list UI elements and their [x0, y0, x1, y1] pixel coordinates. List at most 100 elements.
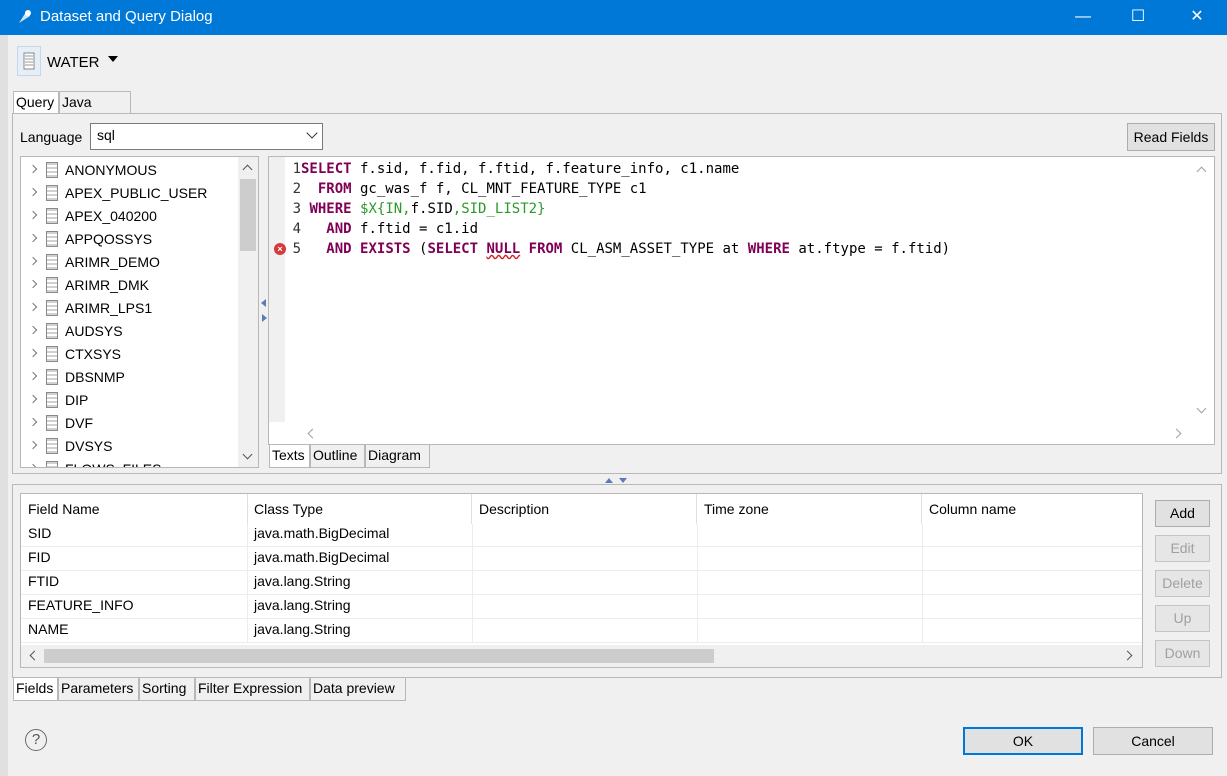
read-fields-button[interactable]: Read Fields: [1127, 123, 1215, 151]
tree-vertical-scrollbar[interactable]: [238, 157, 258, 467]
help-icon[interactable]: ?: [25, 729, 47, 751]
table-cell[interactable]: NAME: [21, 618, 68, 642]
tab-parameters[interactable]: Parameters: [58, 678, 139, 701]
header-field-name[interactable]: Field Name: [21, 494, 248, 524]
expand-arrow-icon[interactable]: [28, 302, 38, 312]
delete-button[interactable]: Delete: [1155, 570, 1210, 597]
expand-arrow-icon[interactable]: [28, 417, 38, 427]
up-button[interactable]: Up: [1155, 605, 1210, 632]
language-select[interactable]: sql: [90, 123, 323, 150]
expand-arrow-icon[interactable]: [28, 187, 38, 197]
editor-vertical-scrollbar[interactable]: [1191, 157, 1213, 422]
editor-horizontal-scrollbar[interactable]: [285, 422, 1191, 444]
minimize-button[interactable]: —: [1056, 0, 1110, 35]
table-cell[interactable]: java.lang.String: [247, 618, 351, 642]
datasource-name[interactable]: WATER: [47, 54, 100, 71]
tree-item[interactable]: ARIMR_DEMO: [21, 251, 239, 274]
header-class-type[interactable]: Class Type: [247, 494, 472, 524]
table-cell[interactable]: SID: [21, 522, 51, 546]
close-button[interactable]: ✕: [1170, 0, 1224, 35]
scroll-up-icon[interactable]: [1196, 166, 1207, 177]
expand-arrow-icon[interactable]: [28, 233, 38, 243]
tree-item-label: ANONYMOUS: [65, 162, 157, 178]
expand-arrow-icon[interactable]: [28, 256, 38, 266]
tab-diagram[interactable]: Diagram: [365, 445, 430, 468]
table-cell[interactable]: FEATURE_INFO: [21, 594, 134, 618]
collapse-left-icon[interactable]: [261, 299, 266, 307]
collapse-up-icon[interactable]: [605, 478, 613, 483]
expand-arrow-icon[interactable]: [28, 394, 38, 404]
header-description[interactable]: Description: [472, 494, 697, 524]
expand-arrow-icon[interactable]: [28, 325, 38, 335]
tab-query[interactable]: Query: [13, 91, 59, 113]
expand-arrow-icon[interactable]: [28, 164, 38, 174]
table-cell[interactable]: FID: [21, 546, 51, 570]
sql-editor[interactable]: × 1SELECT f.sid, f.fid, f.ftid, f.featur…: [268, 156, 1215, 445]
ok-button[interactable]: OK: [963, 727, 1083, 755]
tree-item[interactable]: DVF: [21, 412, 239, 435]
scroll-right-icon[interactable]: [1171, 428, 1182, 439]
tab-data-preview[interactable]: Data preview: [310, 678, 406, 701]
schema-icon: [46, 162, 58, 178]
edit-button[interactable]: Edit: [1155, 535, 1210, 562]
code-line-2: 2 FROM gc_was_f f, CL_MNT_FEATURE_TYPE c…: [292, 181, 647, 197]
expand-arrow-icon[interactable]: [28, 348, 38, 358]
cancel-button[interactable]: Cancel: [1093, 727, 1213, 755]
scroll-thumb[interactable]: [240, 179, 256, 251]
tree-item[interactable]: FLOWS_FILES: [21, 458, 239, 467]
tree-item[interactable]: DVSYS: [21, 435, 239, 458]
error-icon: ×: [274, 243, 286, 255]
maximize-button[interactable]: ☐: [1111, 0, 1165, 35]
scroll-left-icon[interactable]: [307, 428, 318, 439]
down-button[interactable]: Down: [1155, 640, 1210, 667]
tree-item[interactable]: APEX_040200: [21, 205, 239, 228]
tab-outline[interactable]: Outline: [310, 445, 365, 468]
tab-java-bean[interactable]: Java Bean: [59, 91, 131, 130]
tree-item[interactable]: DIP: [21, 389, 239, 412]
scroll-up-icon[interactable]: [242, 164, 253, 175]
expand-arrow-icon[interactable]: [28, 279, 38, 289]
tab-sorting[interactable]: Sorting: [139, 678, 195, 701]
scroll-left-icon[interactable]: [29, 650, 40, 661]
table-cell[interactable]: FTID: [21, 570, 59, 594]
add-button[interactable]: Add: [1155, 500, 1210, 527]
app-icon: [19, 10, 31, 23]
tree-item[interactable]: APEX_PUBLIC_USER: [21, 182, 239, 205]
expand-arrow-icon[interactable]: [28, 440, 38, 450]
tree-item-label: ARIMR_DMK: [65, 277, 150, 293]
table-cell[interactable]: java.lang.String: [247, 570, 351, 594]
tree-item[interactable]: AUDSYS: [21, 320, 239, 343]
scroll-down-icon[interactable]: [242, 449, 253, 460]
schema-icon: [46, 438, 58, 454]
database-icon[interactable]: [17, 46, 41, 76]
tab-fields[interactable]: Fields: [13, 678, 58, 701]
collapse-right-icon[interactable]: [262, 314, 267, 322]
tab-texts[interactable]: Texts: [269, 445, 310, 468]
scroll-right-icon[interactable]: [1122, 650, 1133, 661]
collapse-down-icon[interactable]: [619, 478, 627, 483]
table-cell[interactable]: java.math.BigDecimal: [247, 546, 389, 570]
header-time-zone[interactable]: Time zone: [697, 494, 922, 524]
expand-arrow-icon[interactable]: [28, 463, 38, 467]
fields-horizontal-scrollbar[interactable]: [21, 645, 1142, 667]
column-divider: [472, 524, 473, 642]
fields-table[interactable]: Field Name Class Type Description Time z…: [20, 493, 1143, 668]
scroll-down-icon[interactable]: [1196, 403, 1207, 414]
table-cell[interactable]: java.math.BigDecimal: [247, 522, 389, 546]
tree-item[interactable]: CTXSYS: [21, 343, 239, 366]
table-cell[interactable]: java.lang.String: [247, 594, 351, 618]
tree-item[interactable]: ARIMR_DMK: [21, 274, 239, 297]
tab-filter-expression[interactable]: Filter Expression: [195, 678, 310, 701]
tree-item[interactable]: ARIMR_LPS1: [21, 297, 239, 320]
header-column-name[interactable]: Column name: [922, 494, 1142, 524]
scroll-thumb[interactable]: [44, 649, 714, 663]
expand-arrow-icon[interactable]: [28, 210, 38, 220]
datasource-dropdown-icon[interactable]: [108, 56, 118, 62]
expand-arrow-icon[interactable]: [28, 371, 38, 381]
schema-tree[interactable]: ANONYMOUS APEX_PUBLIC_USER APEX_040200 APPQ…: [20, 156, 259, 468]
code-line-1: 1SELECT f.sid, f.fid, f.ftid, f.feature_…: [292, 161, 740, 177]
tree-item[interactable]: APPQOSSYS: [21, 228, 239, 251]
schema-icon: [46, 254, 58, 270]
tree-item[interactable]: ANONYMOUS: [21, 159, 239, 182]
tree-item[interactable]: DBSNMP: [21, 366, 239, 389]
